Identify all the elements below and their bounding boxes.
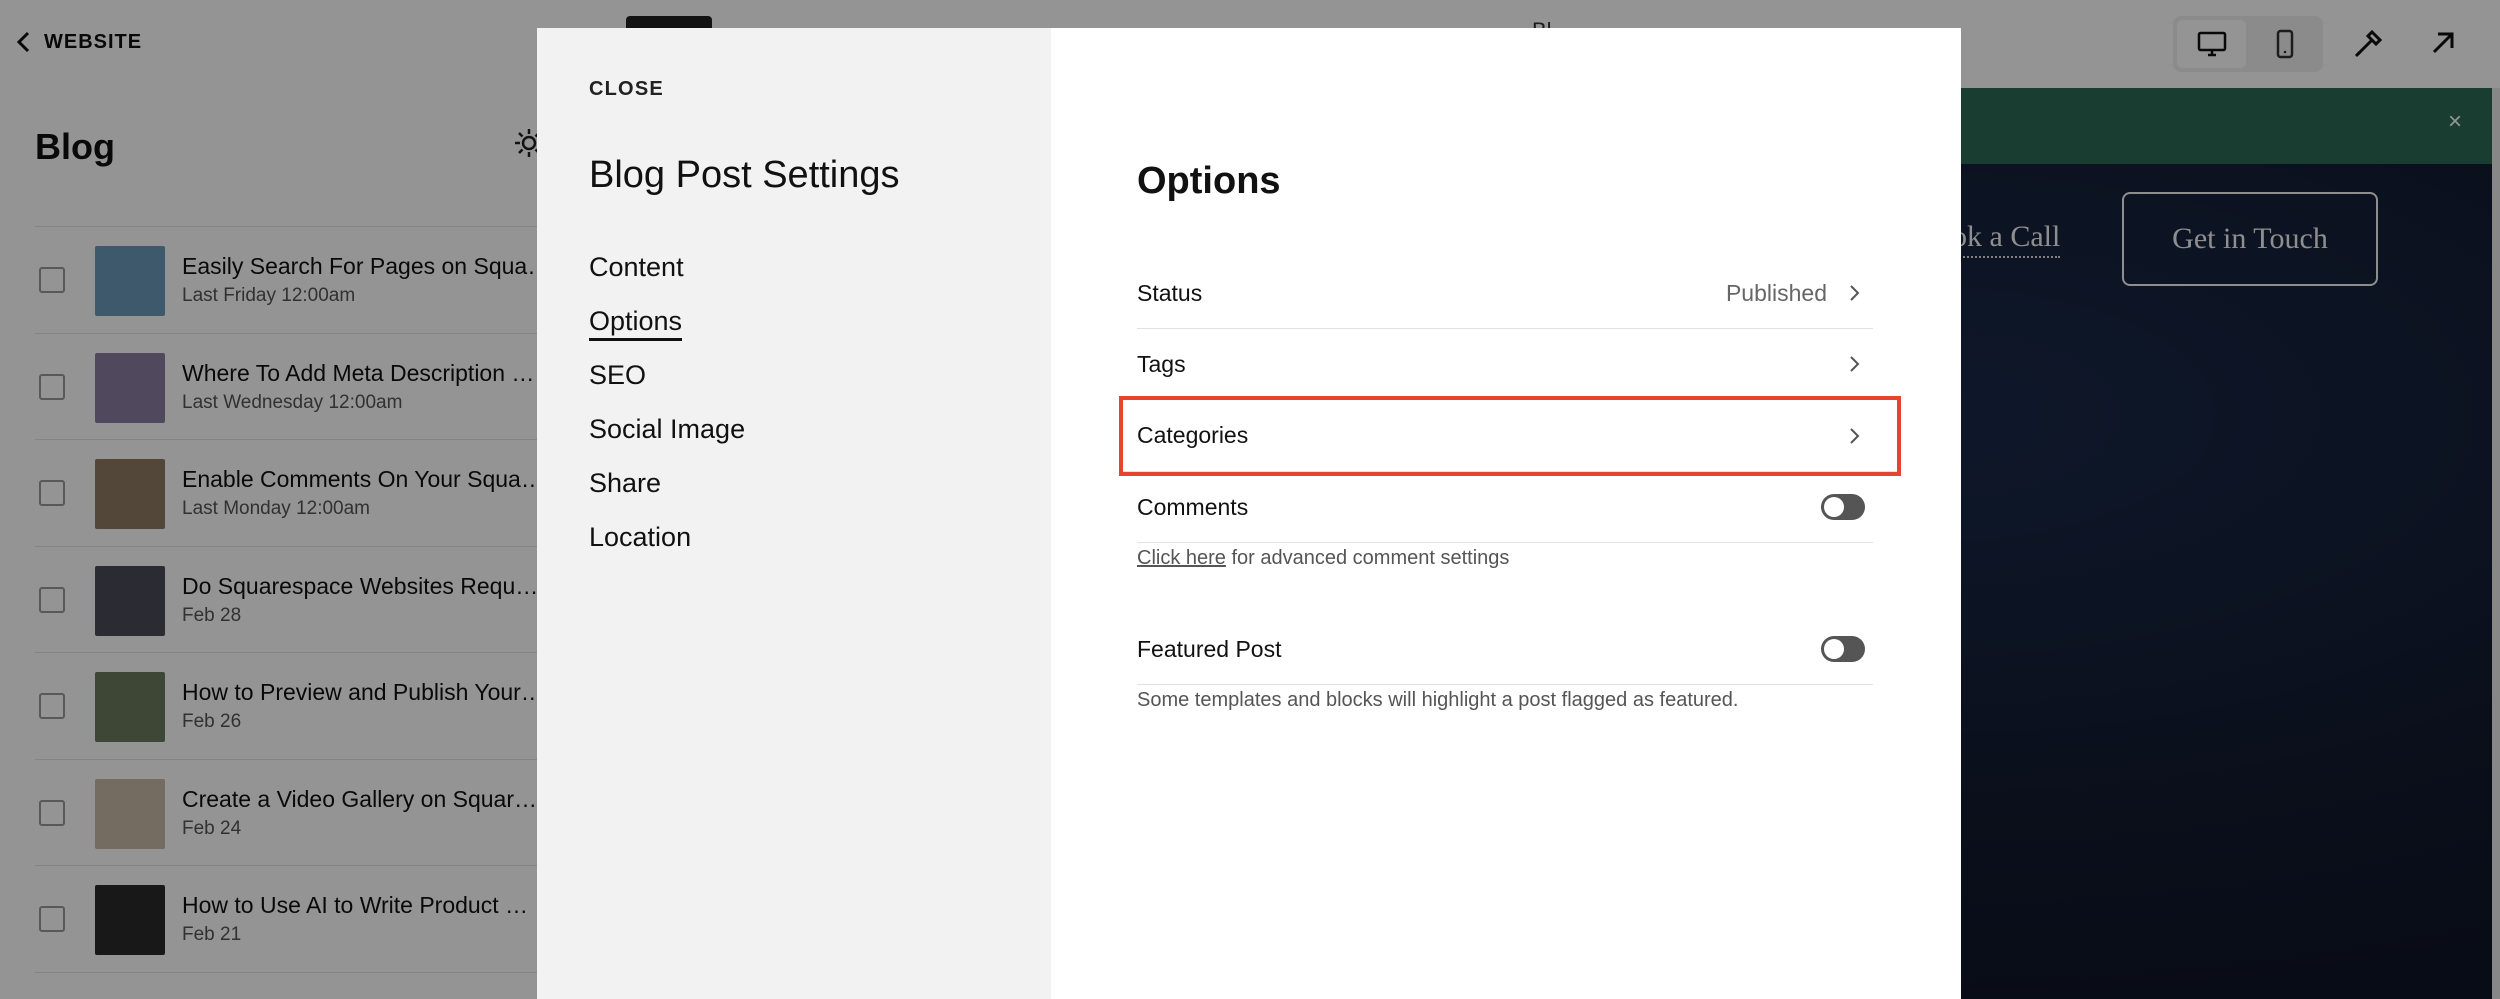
categories-row[interactable]: Categories — [1119, 396, 1901, 476]
comments-label: Comments — [1137, 493, 1249, 520]
comments-toggle[interactable] — [1821, 494, 1865, 520]
nav-item-options[interactable]: Options — [589, 306, 745, 360]
comments-settings-link[interactable]: Click here — [1137, 547, 1226, 569]
categories-label: Categories — [1137, 422, 1249, 448]
comments-helper-text: for advanced comment settings — [1225, 547, 1510, 569]
options-list: Status Published Tags Categories Comment… — [1119, 258, 1901, 712]
featured-post-label: Featured Post — [1137, 635, 1282, 662]
section-title: Options — [1137, 160, 1281, 202]
nav-item-share[interactable]: Share — [589, 468, 745, 522]
comments-row: Comments — [1137, 472, 1873, 543]
featured-post-helper: Some templates and blocks will highlight… — [1137, 689, 1739, 711]
chevron-right-icon — [1850, 427, 1860, 444]
settings-nav: Content Options SEO Social Image Share L… — [589, 252, 745, 576]
featured-post-toggle[interactable] — [1821, 636, 1865, 662]
comments-helper: Click here for advanced comment settings — [1137, 543, 1873, 614]
nav-item-location[interactable]: Location — [589, 522, 745, 576]
nav-item-seo[interactable]: SEO — [589, 360, 745, 414]
status-row[interactable]: Status Published — [1137, 258, 1873, 329]
close-button[interactable]: CLOSE — [589, 78, 664, 101]
modal-title: Blog Post Settings — [589, 154, 900, 196]
status-label: Status — [1137, 279, 1203, 306]
blog-post-settings-modal: CLOSE Blog Post Settings Content Options… — [537, 28, 1961, 999]
chevron-right-icon — [1850, 356, 1860, 372]
tags-row[interactable]: Tags — [1137, 329, 1873, 400]
settings-nav-panel: CLOSE Blog Post Settings Content Options… — [537, 28, 1051, 999]
tags-label: Tags — [1137, 350, 1186, 377]
chevron-right-icon — [1850, 285, 1860, 301]
nav-item-content[interactable]: Content — [589, 252, 745, 306]
nav-item-social-image[interactable]: Social Image — [589, 414, 745, 468]
settings-content: Options Status Published Tags Categories… — [1051, 28, 1961, 999]
featured-post-row: Featured Post — [1137, 614, 1873, 685]
status-value: Published — [1725, 279, 1827, 306]
